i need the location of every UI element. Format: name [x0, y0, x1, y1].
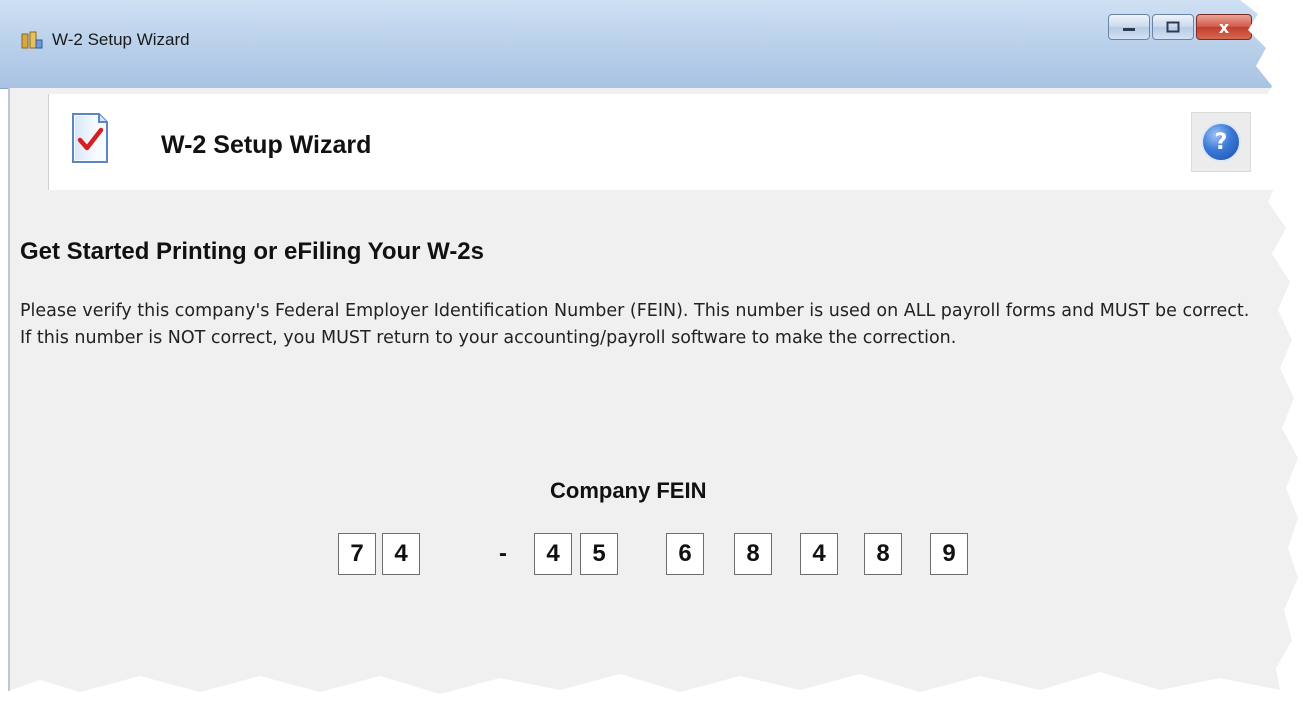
fein-label: Company FEIN	[550, 478, 707, 503]
fein-digit-box: 5	[580, 533, 618, 575]
fein-digit-box: 9	[930, 533, 968, 575]
close-button[interactable]: x	[1196, 14, 1252, 40]
fein-digit-box: 4	[382, 533, 420, 575]
wizard-header-panel: W-2 Setup Wizard ?	[48, 94, 1289, 190]
title-bar[interactable]: W-2 Setup Wizard x	[0, 0, 1298, 89]
fein-digit-box: 4	[800, 533, 838, 575]
header-title: W-2 Setup Wizard	[161, 131, 372, 159]
maximize-button[interactable]	[1152, 14, 1194, 40]
fein-separator: -	[499, 540, 507, 567]
help-button[interactable]: ?	[1191, 112, 1251, 172]
fein-digit-box: 8	[734, 533, 772, 575]
fein-digit-box: 4	[534, 533, 572, 575]
page-heading: Get Started Printing or eFiling Your W-2…	[20, 238, 485, 265]
w2-app-icon	[21, 31, 43, 49]
window-title: W-2 Setup Wizard	[52, 30, 190, 49]
help-icon: ?	[1201, 122, 1241, 162]
close-icon: x	[1218, 17, 1230, 37]
fein-digit-box: 7	[338, 533, 376, 575]
w2-setup-wizard-window: W-2 Setup Wizard x W-2 Setup Wizard ? Ge…	[0, 0, 1298, 694]
checklist-icon	[72, 113, 108, 163]
instructions-text: Please verify this company's Federal Emp…	[20, 301, 1250, 348]
maximize-icon	[1166, 21, 1180, 33]
fein-digit-box: 8	[864, 533, 902, 575]
fein-digit-box: 6	[666, 533, 704, 575]
minimize-button[interactable]	[1108, 14, 1150, 40]
minimize-icon	[1123, 28, 1135, 31]
wizard-client-area: W-2 Setup Wizard ? Get Started Printing …	[8, 88, 1298, 694]
